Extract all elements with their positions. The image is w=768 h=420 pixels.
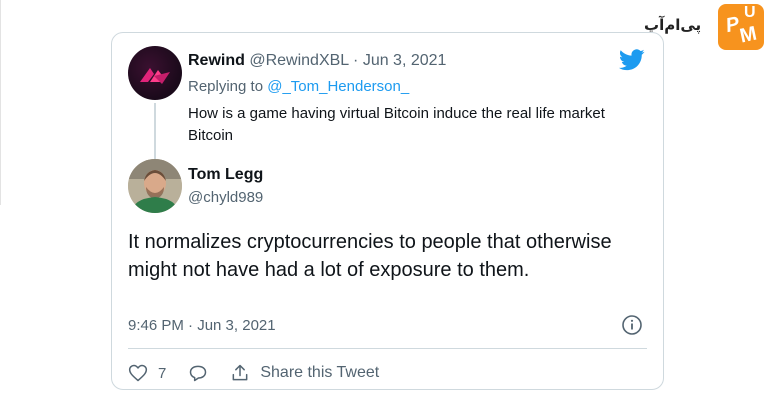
replying-to-handle[interactable]: @_Tom_Henderson_ xyxy=(267,78,409,95)
reply-icon[interactable] xyxy=(188,363,208,383)
person-photo-icon xyxy=(128,159,182,213)
heart-icon[interactable] xyxy=(128,363,148,383)
parent-handle[interactable]: @RewindXBL xyxy=(249,52,348,69)
replying-to-line: Replying to @_Tom_Henderson_ xyxy=(188,78,409,95)
author-display-name[interactable]: Tom Legg xyxy=(188,166,263,184)
replying-to-prefix: Replying to xyxy=(188,78,268,95)
like-count: 7 xyxy=(158,364,167,382)
parent-date[interactable]: · Jun 3, 2021 xyxy=(349,52,446,69)
tom-legg-avatar[interactable] xyxy=(128,159,182,213)
author-handle[interactable]: @chyld989 xyxy=(188,189,263,206)
tweet-card: Rewind @RewindXBL · Jun 3, 2021 Replying… xyxy=(111,32,664,390)
share-tweet-button[interactable]: Share this Tweet xyxy=(260,364,379,382)
tweet-actions: 7 Share this Tweet xyxy=(128,361,379,385)
page-edge-divider xyxy=(0,0,1,205)
tweet-timestamp[interactable]: 9:46 PM · Jun 3, 2021 xyxy=(128,317,276,334)
parent-tweet-text: How is a game having virtual Bitcoin ind… xyxy=(188,105,605,144)
action-divider xyxy=(128,348,647,349)
share-icon[interactable] xyxy=(230,363,250,383)
tweet-text: It normalizes cryptocurrencies to people… xyxy=(128,231,612,281)
thread-connector-line xyxy=(154,103,156,163)
parent-tweet-header: Rewind @RewindXBL · Jun 3, 2021 xyxy=(188,52,446,70)
rewind-avatar[interactable] xyxy=(128,46,182,100)
rewind-logo-icon xyxy=(140,68,170,84)
info-icon[interactable] xyxy=(621,314,643,336)
twitter-bird-icon xyxy=(619,49,645,71)
watermark-logo: PUM xyxy=(718,4,764,50)
parent-display-name[interactable]: Rewind xyxy=(188,52,245,69)
